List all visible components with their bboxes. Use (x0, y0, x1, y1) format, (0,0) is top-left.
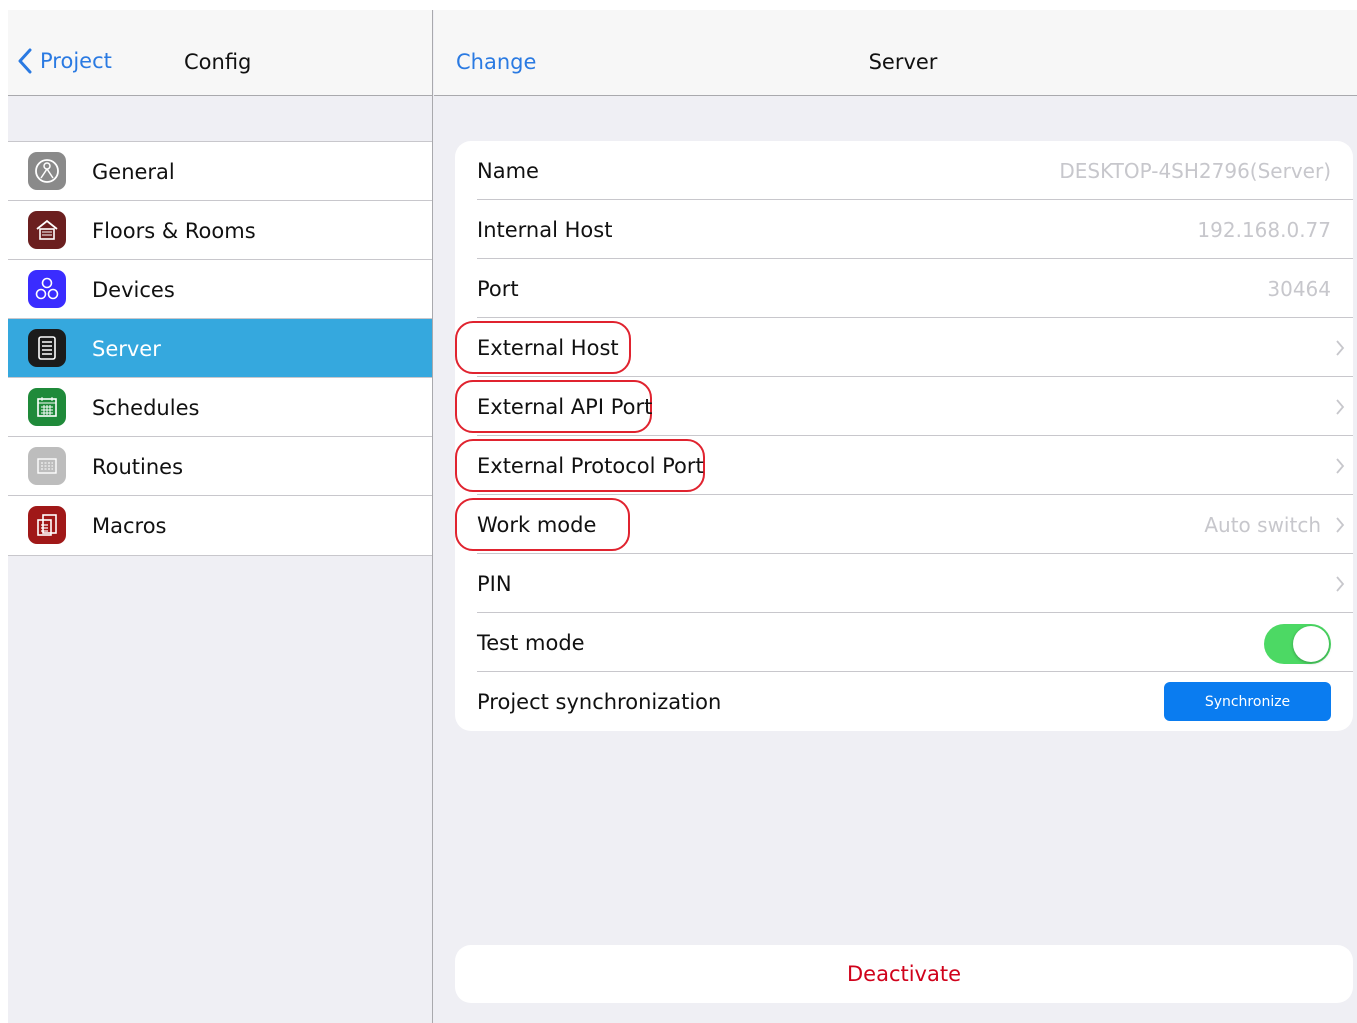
row-label: Project synchronization (477, 689, 722, 714)
row-internal-host: Internal Host 192.168.0.77 (455, 200, 1353, 259)
sidebar-item-label: Floors & Rooms (92, 218, 256, 243)
sidebar-item-label: Routines (92, 454, 184, 479)
sidebar-item-routines[interactable]: Routines (8, 437, 432, 496)
row-pin[interactable]: PIN (455, 554, 1353, 613)
page-title: Server (868, 50, 938, 74)
row-port: Port 30464 (455, 259, 1353, 318)
row-value: 192.168.0.77 (1197, 217, 1331, 242)
back-button[interactable]: Project (18, 48, 112, 74)
chevron-right-icon (1336, 340, 1345, 356)
test-mode-toggle[interactable] (1264, 624, 1331, 664)
routines-icon (28, 447, 66, 485)
sidebar-item-server[interactable]: Server (8, 319, 432, 378)
devices-icon (28, 270, 66, 308)
toggle-knob (1293, 626, 1329, 662)
sidebar-item-label: Devices (92, 277, 175, 302)
sidebar-item-macros[interactable]: Macros (8, 496, 432, 555)
chevron-right-icon (1336, 576, 1345, 592)
row-value: DESKTOP-4SH2796(Server) (1059, 158, 1331, 183)
row-label: PIN (477, 571, 512, 596)
sidebar-item-general[interactable]: General (8, 142, 432, 201)
detail-navbar: Change Server (434, 10, 1357, 96)
row-name: Name DESKTOP-4SH2796(Server) (455, 141, 1353, 200)
row-label: Internal Host (477, 217, 613, 242)
row-external-host[interactable]: External Host (455, 318, 1353, 377)
row-value: 30464 (1267, 276, 1331, 301)
compass-icon (28, 152, 66, 190)
app-window: Project Config General Floors & Rooms De… (8, 10, 1357, 1023)
chevron-right-icon (1336, 458, 1345, 474)
row-external-protocol-port[interactable]: External Protocol Port (455, 436, 1353, 495)
sidebar-item-floors-rooms[interactable]: Floors & Rooms (8, 201, 432, 260)
sidebar-item-label: General (92, 159, 175, 184)
server-settings-table: Name DESKTOP-4SH2796(Server) Internal Ho… (455, 141, 1353, 731)
sidebar-item-label: Server (92, 336, 161, 361)
sidebar-item-label: Macros (92, 513, 167, 538)
server-icon (28, 329, 66, 367)
row-external-api-port[interactable]: External API Port (455, 377, 1353, 436)
sidebar-title: Config (184, 50, 252, 74)
row-project-synchronization: Project synchronization Synchronize (455, 672, 1353, 731)
row-value: Auto switch (1204, 512, 1321, 537)
chevron-left-icon (18, 48, 32, 74)
row-label: External API Port (477, 394, 653, 419)
row-test-mode: Test mode (455, 613, 1353, 672)
server-detail-pane: Change Server Name DESKTOP-4SH2796(Serve… (434, 10, 1357, 1023)
synchronize-button[interactable]: Synchronize (1164, 682, 1331, 721)
row-label: External Protocol Port (477, 453, 704, 478)
sidebar-item-label: Schedules (92, 395, 200, 420)
config-sidebar: Project Config General Floors & Rooms De… (8, 10, 433, 1023)
deactivate-label: Deactivate (846, 962, 962, 986)
config-menu: General Floors & Rooms Devices Server Sc… (8, 141, 432, 556)
house-icon (28, 211, 66, 249)
sidebar-navbar: Project Config (8, 10, 432, 96)
sidebar-item-devices[interactable]: Devices (8, 260, 432, 319)
chevron-right-icon (1336, 399, 1345, 415)
row-label: Port (477, 276, 519, 301)
chevron-right-icon (1336, 517, 1345, 533)
deactivate-button[interactable]: Deactivate (455, 945, 1353, 1003)
back-button-label: Project (40, 49, 112, 73)
macros-icon (28, 506, 66, 544)
calendar-icon (28, 388, 66, 426)
row-label: Test mode (477, 630, 585, 655)
sidebar-item-schedules[interactable]: Schedules (8, 378, 432, 437)
row-label: External Host (477, 335, 619, 360)
row-work-mode[interactable]: Work mode Auto switch (455, 495, 1353, 554)
row-label: Name (477, 158, 539, 183)
row-label: Work mode (477, 512, 597, 537)
